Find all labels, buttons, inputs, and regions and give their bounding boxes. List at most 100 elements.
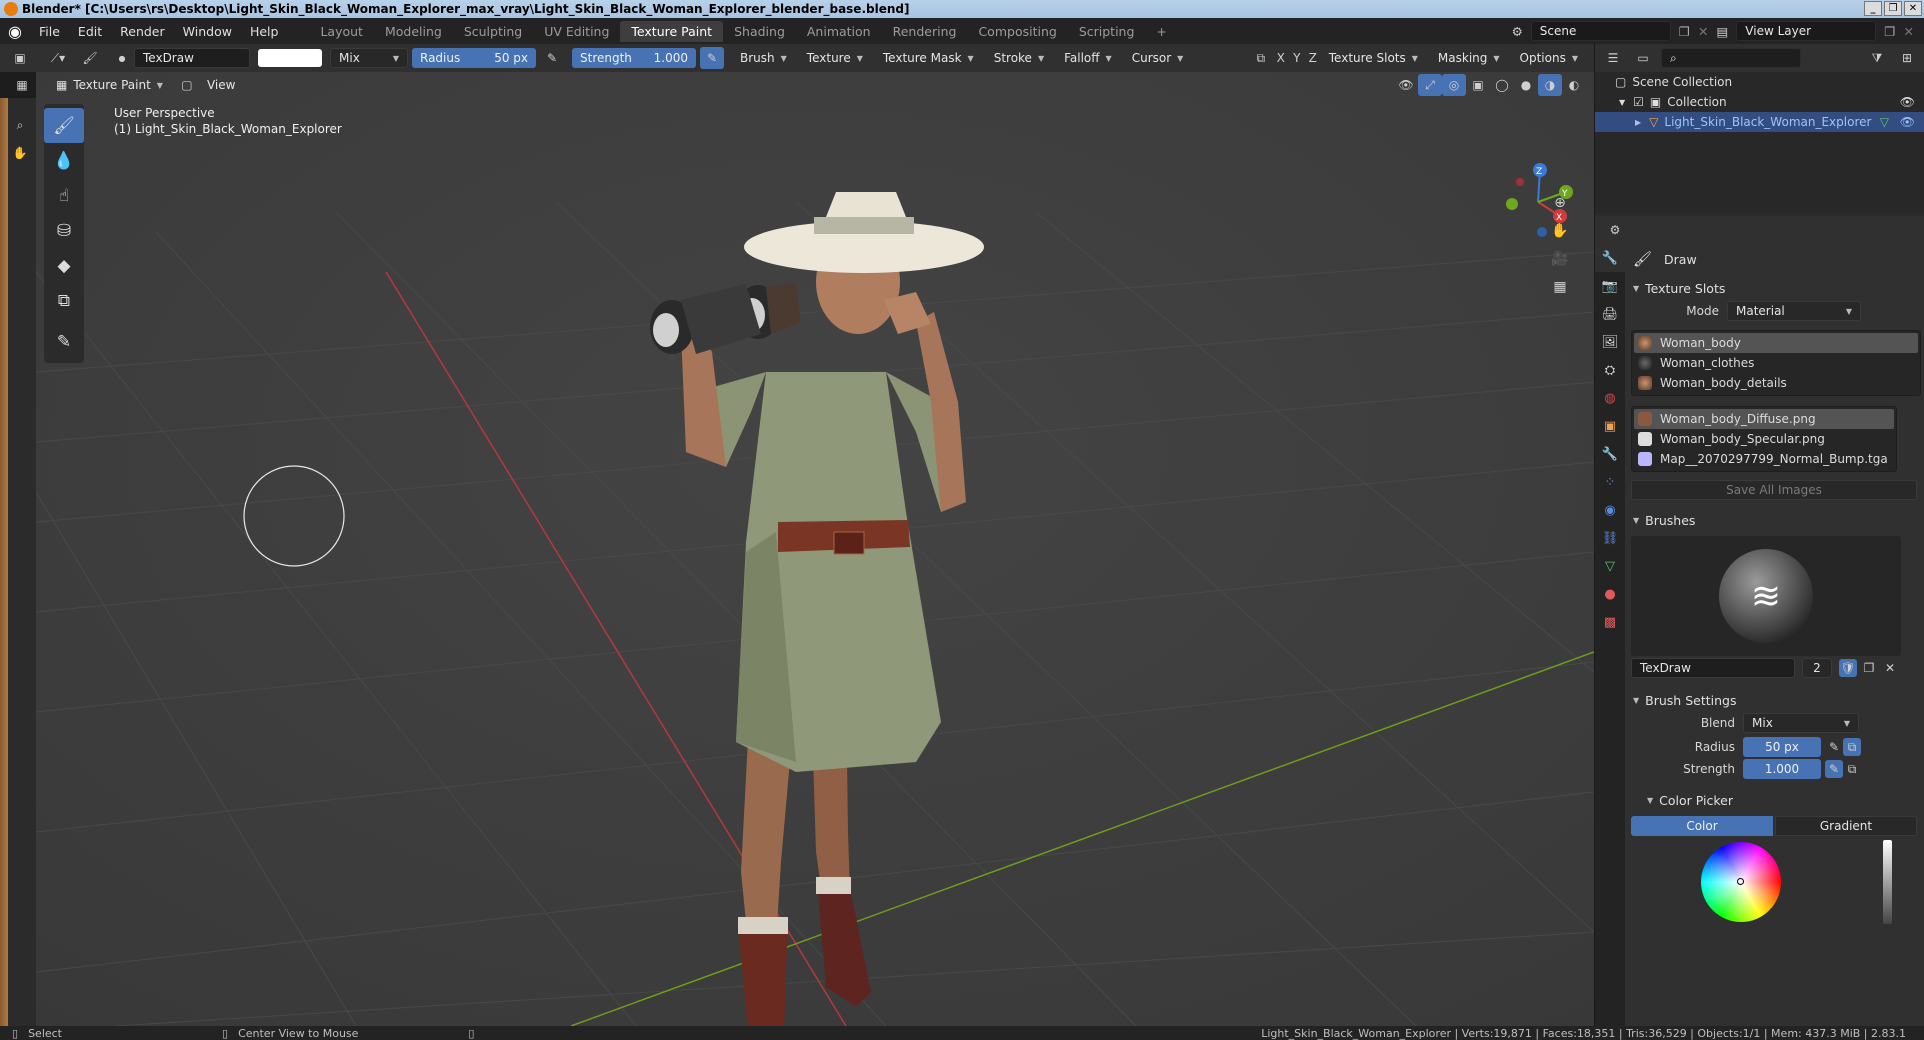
radius-pressure-icon[interactable]: ✎ [540, 47, 564, 69]
fake-user-icon[interactable]: 🛡 [1839, 659, 1857, 677]
object-tab-icon[interactable]: ▣ [1595, 412, 1625, 440]
add-workspace-icon[interactable]: + [1145, 21, 1177, 42]
menu-file[interactable]: File [30, 24, 69, 39]
blender-menu-icon[interactable]: ◉ [0, 18, 30, 44]
zoom-icon[interactable]: ⊕ [1548, 192, 1572, 214]
mode-dropdown-props[interactable]: Material ▼ [1727, 301, 1861, 321]
xray-icon[interactable]: ▣ [1466, 74, 1490, 96]
brushes-panel-header[interactable]: ▼ Brushes [1627, 508, 1924, 532]
blend-dropdown-props[interactable]: Mix ▼ [1743, 713, 1859, 733]
brush-preview[interactable]: ≋ [1631, 536, 1901, 656]
scene-icon[interactable]: ⚙ [1512, 24, 1523, 39]
strength-slider[interactable]: Strength 1.000 [572, 48, 696, 68]
color-tab[interactable]: Color [1631, 816, 1773, 836]
camera-icon[interactable]: 🎥 [1548, 248, 1572, 270]
pan-hand-icon[interactable]: ✋ [1548, 220, 1572, 242]
strength-pressure-icon[interactable]: ✎ [700, 47, 724, 69]
mirror-y-button[interactable]: Y [1289, 47, 1305, 69]
properties-editor-icon[interactable]: ⚙ [1603, 219, 1627, 241]
particles-tab-icon[interactable]: ⁘ [1595, 468, 1625, 496]
search-zoom-icon[interactable]: ⌕ [8, 114, 32, 136]
tab-uv-editing[interactable]: UV Editing [533, 21, 620, 42]
list-item[interactable]: Woman_clothes [1634, 353, 1918, 373]
mirror-x-button[interactable]: X [1273, 47, 1289, 69]
tab-modeling[interactable]: Modeling [374, 21, 453, 42]
material-tab-icon[interactable]: ● [1595, 580, 1625, 608]
tab-texture-paint[interactable]: Texture Paint [620, 20, 724, 42]
masking-menu[interactable]: Masking ▼ [1430, 48, 1508, 68]
texture-mask-menu[interactable]: Texture Mask ▼ [875, 48, 982, 68]
tab-sculpting[interactable]: Sculpting [453, 21, 533, 42]
save-all-images-button[interactable]: Save All Images [1631, 480, 1917, 500]
shading-rendered-icon[interactable]: ◐ [1562, 74, 1586, 96]
new-collection-icon[interactable]: ⊞ [1895, 47, 1919, 69]
radius-pressure-props-icon[interactable]: ✎ [1825, 738, 1843, 756]
outliner-object[interactable]: ▶ ▽ Light_Skin_Black_Woman_Explorer ▽ 👁 [1595, 112, 1924, 132]
view-layer-icon[interactable]: ▤ [1716, 24, 1728, 39]
texture-menu[interactable]: Texture ▼ [799, 48, 871, 68]
modifier-tab-icon[interactable]: 🔧 [1595, 440, 1625, 468]
color-picker-panel-header[interactable]: ▼ Color Picker [1627, 788, 1924, 812]
unlink-brush-icon[interactable]: ✕ [1881, 659, 1899, 677]
eye-icon[interactable]: 👁 [1900, 95, 1915, 109]
brush-users-count[interactable]: 2 [1802, 658, 1832, 678]
new-view-layer-icon[interactable]: ❐ [1884, 24, 1895, 39]
strength-pressure-props-icon[interactable]: ✎ [1825, 760, 1843, 778]
texture-tab-icon[interactable]: ▩ [1595, 608, 1625, 636]
options-menu[interactable]: Options ▼ [1512, 48, 1586, 68]
close-icon[interactable]: ✕ [1904, 1, 1922, 16]
new-scene-icon[interactable]: ❐ [1679, 24, 1690, 39]
annotate-icon[interactable]: ✎ [44, 324, 84, 359]
mask-icon[interactable]: ⧉ [44, 283, 84, 318]
render-tab-icon[interactable]: 📷 [1595, 272, 1625, 300]
mirror-z-button[interactable]: Z [1305, 47, 1321, 69]
menu-render[interactable]: Render [111, 24, 174, 39]
value-slider[interactable] [1883, 840, 1892, 924]
smear-icon[interactable]: ☝ [44, 178, 84, 213]
list-item[interactable]: Woman_body_Specular.png [1634, 429, 1894, 449]
tab-animation[interactable]: Animation [796, 21, 882, 42]
data-tab-icon[interactable]: ▽ [1595, 552, 1625, 580]
view-menu[interactable]: View [199, 75, 243, 95]
texture-slots-menu[interactable]: Texture Slots ▼ [1321, 48, 1426, 68]
view-layer-tab-icon[interactable]: 🖼 [1595, 328, 1625, 356]
brush-color-swatch[interactable] [258, 49, 322, 67]
list-item[interactable]: Woman_body_Diffuse.png [1634, 409, 1894, 429]
texture-slots-panel-header[interactable]: ▼ Texture Slots [1627, 276, 1924, 300]
output-tab-icon[interactable]: 🖨 [1595, 300, 1625, 328]
outliner-editor-icon[interactable]: ☰ [1601, 47, 1625, 69]
gradient-tab[interactable]: Gradient [1775, 816, 1917, 836]
list-item[interactable]: Woman_body_details [1634, 373, 1918, 393]
mode-dropdown[interactable]: ▦ Texture Paint ▼ [48, 75, 171, 95]
tab-compositing[interactable]: Compositing [967, 21, 1067, 42]
display-mode-icon[interactable]: ▭ [1631, 47, 1655, 69]
brush-settings-panel-header[interactable]: ▼ Brush Settings [1627, 688, 1924, 712]
filter-icon[interactable]: ⧩ [1865, 47, 1889, 69]
checkbox-icon[interactable]: ☑ [1633, 95, 1644, 109]
falloff-menu[interactable]: Falloff ▼ [1056, 48, 1120, 68]
clone-icon[interactable]: ⛁ [44, 213, 84, 248]
view-layer-field[interactable]: View Layer [1736, 21, 1877, 41]
delete-scene-icon[interactable]: ✕ [1698, 24, 1708, 39]
cursor-menu[interactable]: Cursor ▼ [1124, 48, 1192, 68]
physics-tab-icon[interactable]: ◉ [1595, 496, 1625, 524]
radius-slider-props[interactable]: 50 px [1743, 737, 1821, 757]
hand-icon[interactable]: ✋ [8, 142, 32, 164]
tab-layout[interactable]: Layout [309, 21, 374, 42]
editor-type-viewport-icon[interactable]: ▦ [10, 74, 34, 96]
scene-tab-icon[interactable]: ⛭ [1595, 356, 1625, 384]
menu-window[interactable]: Window [174, 24, 241, 39]
stroke-menu[interactable]: Stroke ▼ [986, 48, 1052, 68]
restore-icon[interactable]: ❐ [1884, 1, 1902, 16]
eye-icon[interactable]: 👁 [1900, 115, 1915, 129]
list-item[interactable]: Map__2070297799_Normal_Bump.tga [1634, 449, 1894, 469]
editor-type-icon[interactable]: ▣ [8, 47, 32, 69]
strength-slider-props[interactable]: 1.000 [1743, 759, 1821, 779]
3d-viewport[interactable]: Z X Y User Perspective (1) Light_Skin_Bl… [36, 72, 1594, 1026]
slots-toggle-icon[interactable]: ▢ [175, 74, 199, 96]
strength-unit-icon[interactable]: ⧉ [1843, 760, 1861, 778]
tab-rendering[interactable]: Rendering [882, 21, 968, 42]
radius-slider[interactable]: Radius 50 px [412, 48, 536, 68]
blend-dropdown[interactable]: Mix ▼ [330, 48, 408, 68]
fill-icon[interactable]: ◆ [44, 248, 84, 283]
